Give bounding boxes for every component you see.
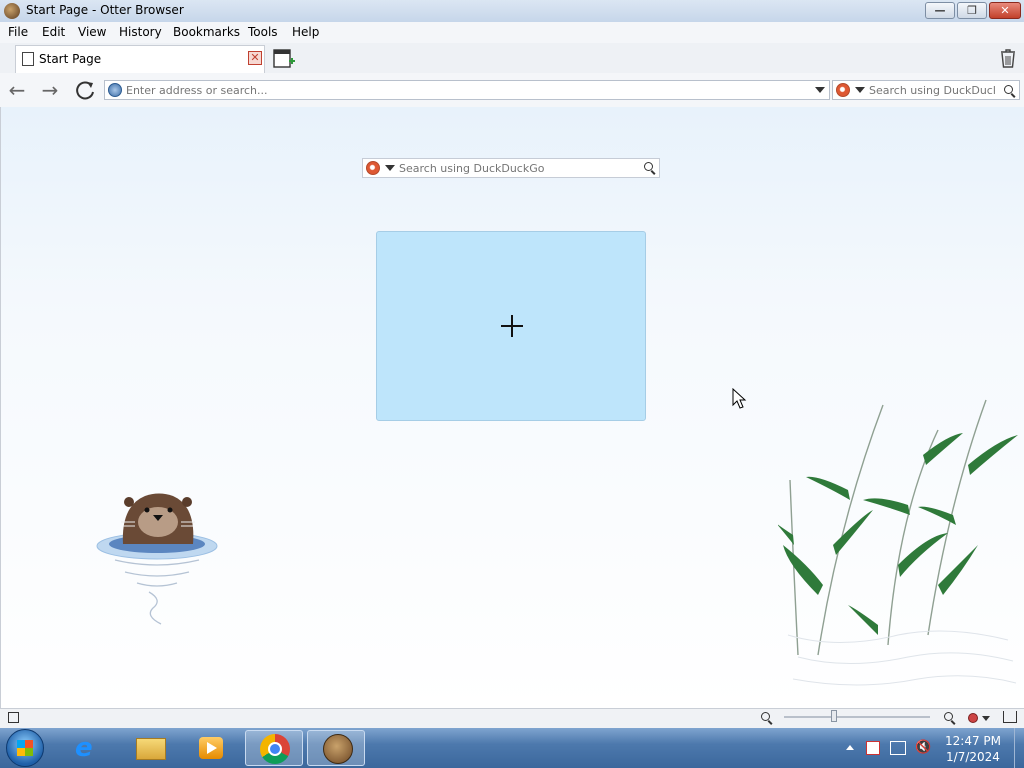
- restore-icon: ❐: [967, 4, 977, 17]
- chrome-icon: [260, 734, 290, 764]
- menu-view[interactable]: View: [78, 25, 106, 39]
- address-input[interactable]: [126, 84, 806, 97]
- web-search-input[interactable]: [869, 84, 995, 97]
- taskbar-otter-browser[interactable]: [307, 730, 365, 766]
- back-icon[interactable]: ←: [6, 80, 28, 102]
- web-search-box[interactable]: [832, 80, 1020, 100]
- show-desktop-button[interactable]: [1014, 728, 1024, 768]
- tab-label: Start Page: [39, 52, 102, 66]
- network-icon[interactable]: [890, 741, 906, 755]
- menu-edit[interactable]: Edit: [42, 25, 65, 39]
- reeds-decoration-image: [778, 399, 1018, 686]
- search-engine-dropdown-icon[interactable]: [385, 165, 395, 171]
- clock-date: 1/7/2024: [946, 750, 1000, 764]
- action-center-icon[interactable]: [866, 741, 880, 755]
- close-window-button[interactable]: ✕: [989, 2, 1021, 19]
- folder-icon: [136, 738, 166, 760]
- address-history-dropdown-icon[interactable]: [815, 87, 825, 93]
- status-bar: [0, 708, 1024, 729]
- start-button[interactable]: [6, 729, 44, 767]
- system-clock[interactable]: 12:47 PM 1/7/2024: [940, 733, 1006, 765]
- menu-bookmarks[interactable]: Bookmarks: [173, 25, 240, 39]
- volume-muted-icon[interactable]: 🔇: [915, 741, 931, 755]
- windows-logo-icon: [17, 740, 33, 756]
- minimize-button[interactable]: —: [925, 2, 955, 19]
- clock-time: 12:47 PM: [945, 734, 1001, 748]
- reload-icon[interactable]: [74, 79, 96, 101]
- minimize-icon: —: [934, 4, 946, 17]
- sidebar-toggle-icon[interactable]: [8, 712, 19, 723]
- close-tab-icon[interactable]: ✕: [248, 51, 262, 65]
- duckduckgo-icon[interactable]: [366, 161, 380, 175]
- mouse-cursor-icon: [732, 388, 747, 409]
- restore-button[interactable]: ❐: [957, 2, 987, 19]
- page-icon: [22, 52, 34, 66]
- window-title: Start Page - Otter Browser: [26, 3, 184, 17]
- media-player-icon: [199, 737, 223, 759]
- title-bar: Start Page - Otter Browser: [0, 0, 1024, 22]
- zoom-slider[interactable]: [784, 716, 930, 718]
- menu-history[interactable]: History: [119, 25, 162, 39]
- menu-file[interactable]: File: [8, 25, 28, 39]
- privacy-icon[interactable]: [968, 713, 978, 723]
- taskbar-media-player[interactable]: [182, 730, 240, 766]
- internet-explorer-icon: e: [75, 733, 93, 763]
- start-page-search-input[interactable]: [399, 162, 635, 175]
- menu-help[interactable]: Help: [292, 25, 319, 39]
- new-tab-icon[interactable]: [273, 46, 295, 70]
- search-icon[interactable]: [1004, 85, 1013, 94]
- taskbar-file-explorer[interactable]: [121, 730, 179, 766]
- privacy-dropdown-icon[interactable]: [982, 716, 990, 721]
- tab-start-page[interactable]: Start Page ✕: [15, 45, 265, 73]
- site-identity-icon: [108, 83, 122, 97]
- start-page-search-box[interactable]: [362, 158, 660, 178]
- zoom-in-icon[interactable]: [944, 712, 953, 721]
- otter-browser-icon: [323, 734, 353, 764]
- show-hidden-icons-icon[interactable]: [846, 745, 854, 750]
- otter-mascot-image: [96, 493, 218, 625]
- close-icon: ✕: [1000, 4, 1010, 17]
- menu-tools[interactable]: Tools: [248, 25, 278, 39]
- search-icon[interactable]: [644, 162, 653, 171]
- add-speed-dial-tile[interactable]: [376, 231, 646, 421]
- downloads-icon[interactable]: [1003, 711, 1017, 723]
- zoom-slider-handle[interactable]: [831, 710, 837, 722]
- search-engine-dropdown-icon[interactable]: [855, 87, 865, 93]
- trash-icon[interactable]: [997, 47, 1019, 69]
- otter-app-icon[interactable]: [4, 3, 20, 19]
- taskbar-internet-explorer[interactable]: e: [60, 730, 118, 766]
- duckduckgo-icon[interactable]: [836, 83, 850, 97]
- address-bar[interactable]: [104, 80, 830, 100]
- forward-icon[interactable]: →: [39, 80, 61, 102]
- zoom-out-icon[interactable]: [761, 712, 770, 721]
- taskbar-chrome[interactable]: [245, 730, 303, 766]
